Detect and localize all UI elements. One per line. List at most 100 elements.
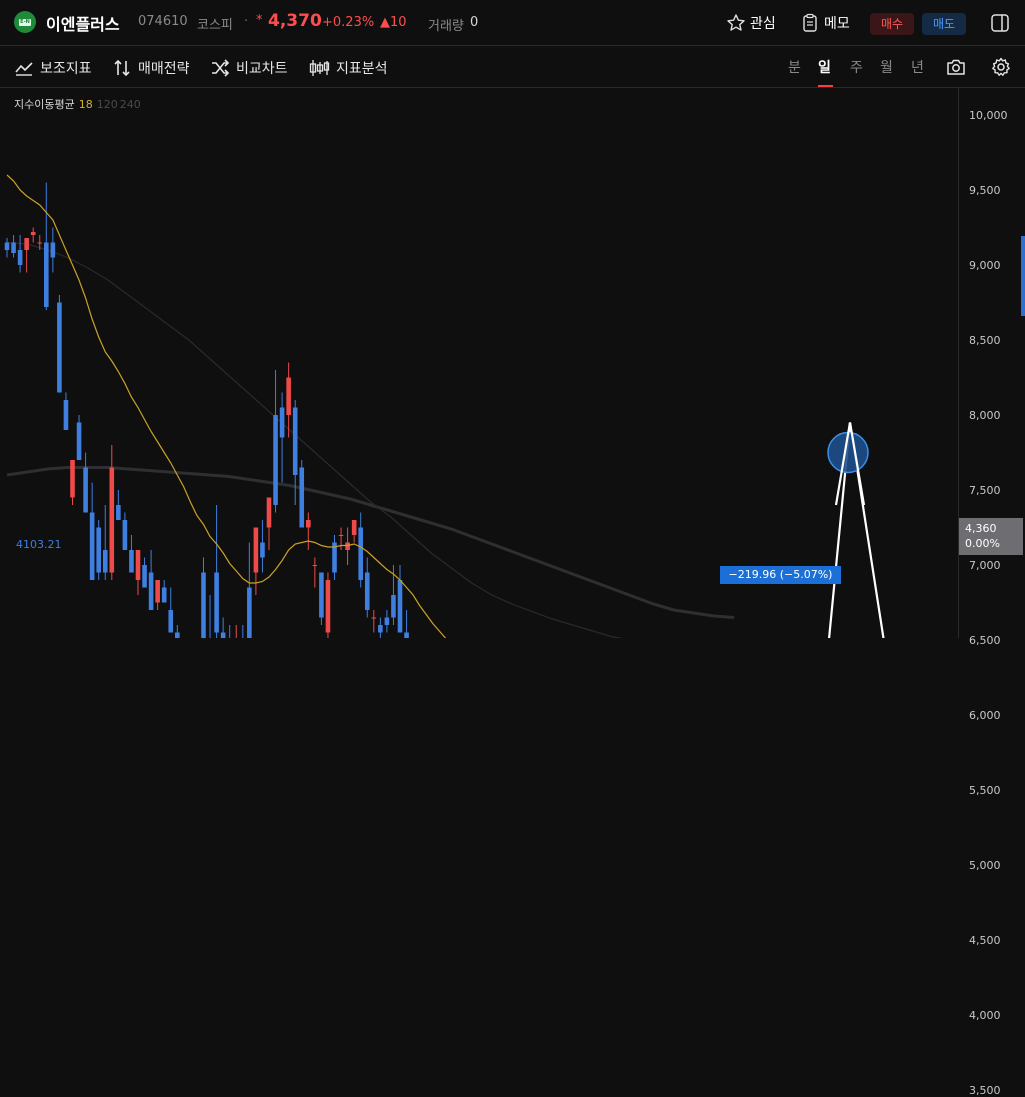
volume-value: 0: [470, 15, 479, 30]
candle-body: [44, 242, 49, 307]
screenshot-button[interactable]: [946, 58, 966, 76]
watch-button[interactable]: 관심: [726, 11, 776, 35]
candle-body: [37, 242, 43, 244]
candle-body: [397, 580, 403, 633]
ema-120-line: [6, 241, 624, 638]
horizontal-line-label: 4103.21: [16, 538, 62, 551]
candle-body: [384, 617, 390, 625]
candle-body: [50, 242, 56, 258]
candle-body: [286, 377, 291, 415]
candle-body: [378, 625, 383, 633]
candle-body: [148, 572, 154, 610]
candle-body: [404, 632, 409, 638]
tool-label: 비교차트: [236, 61, 288, 77]
candle-body: [351, 520, 357, 535]
settings-button[interactable]: [991, 57, 1011, 77]
market-label: 코스피: [197, 18, 233, 33]
axis-tick-label: 4,000: [969, 1009, 1001, 1022]
candle-body: [122, 520, 128, 550]
candle-body: [260, 542, 265, 558]
indicator-icon: [15, 62, 33, 76]
candle-body: [109, 467, 115, 573]
compare-tool-button[interactable]: 비교차트: [210, 58, 288, 78]
period-year[interactable]: 년: [911, 57, 924, 77]
candle-body: [247, 587, 252, 638]
tool-label: 지표분석: [336, 61, 388, 77]
candle-body: [63, 400, 69, 430]
axis-tick-label: 10,000: [969, 109, 1008, 122]
axis-tick-label: 5,000: [969, 859, 1001, 872]
updown-arrows-icon: [114, 59, 130, 77]
candle-body: [201, 572, 206, 638]
candle-body: [70, 460, 75, 498]
axis-tick-label: 6,500: [969, 634, 1001, 647]
ema-240-line: [6, 466, 735, 619]
price-axis[interactable]: 10,000 9,500 9,000 8,500 8,000 7,500 7,000 6,50…: [958, 88, 1025, 1097]
analysis-tool-button[interactable]: 지표분석: [308, 58, 388, 78]
change-percent: +0.23%: [322, 15, 375, 30]
logo-text: E-N: [19, 18, 31, 26]
star-icon: [727, 14, 745, 31]
candle-body: [135, 550, 141, 580]
price-tag-percent: 0.00%: [965, 537, 1000, 550]
candle-body: [312, 565, 318, 566]
period-week[interactable]: 주: [850, 57, 863, 77]
candle-body: [364, 572, 370, 610]
indicator-tool-button[interactable]: 보조지표: [14, 58, 92, 78]
candle-body: [175, 632, 180, 638]
period-day[interactable]: 일: [818, 57, 831, 77]
shuffle-icon: [212, 59, 230, 77]
candle-body: [299, 467, 305, 528]
price-chart[interactable]: [0, 88, 958, 638]
top-bar: E-N 이엔플러스 074610 코스피 · * 4,370 +0.23% ▲1…: [0, 0, 1025, 46]
chart-toolbar: 보조지표 매매전략 비교차트 지표분석 분 일 주 월 년: [0, 46, 1025, 88]
axis-tick-label: 7,000: [969, 559, 1001, 572]
candle-body: [279, 407, 285, 438]
scroll-indicator[interactable]: [1021, 236, 1025, 316]
candle-body: [338, 535, 344, 536]
candle-body: [24, 238, 29, 250]
candle-body: [142, 565, 147, 588]
price-tag-value: 4,360: [965, 522, 997, 535]
gear-icon: [992, 57, 1010, 76]
candle-body: [391, 595, 396, 618]
candle-body: [214, 572, 219, 633]
candle-body: [11, 242, 16, 253]
period-minute[interactable]: 분: [788, 57, 801, 77]
sell-button[interactable]: 매도: [922, 13, 966, 35]
strategy-tool-button[interactable]: 매매전략: [112, 58, 190, 78]
stock-name[interactable]: 이엔플러스: [46, 11, 120, 35]
candles-icon: [309, 60, 330, 76]
candle-body: [155, 580, 160, 603]
side-panel-button[interactable]: [990, 13, 1010, 33]
active-period-underline: [818, 85, 833, 87]
change-value: ▲10: [380, 15, 407, 30]
memo-label: 메모: [824, 16, 850, 32]
candle-body: [89, 512, 95, 580]
candle-body: [253, 527, 259, 573]
candle-body: [358, 527, 363, 580]
candle-body: [83, 467, 88, 513]
candle-body: [319, 572, 324, 618]
candle-body: [96, 527, 101, 573]
watch-label: 관심: [750, 16, 776, 32]
axis-tick-label: 5,500: [969, 784, 1001, 797]
candle-body: [220, 632, 226, 638]
tool-label: 보조지표: [40, 61, 92, 77]
axis-tick-label: 3,500: [969, 1084, 1001, 1097]
candle-body: [102, 550, 108, 573]
candle-body: [76, 422, 82, 460]
candle-body: [273, 415, 278, 505]
axis-tick-label: 9,500: [969, 184, 1001, 197]
memo-button[interactable]: 메모: [800, 11, 850, 35]
candle-body: [129, 550, 134, 573]
current-price: 4,370: [268, 11, 322, 31]
current-price-tag: 4,360 0.00%: [959, 518, 1023, 555]
buy-button[interactable]: 매수: [870, 13, 914, 35]
measure-label: −219.96 (−5.07%): [720, 566, 841, 584]
candle-body: [371, 617, 377, 619]
memo-icon: [803, 13, 817, 32]
star-mark: *: [256, 13, 263, 28]
company-logo: E-N: [14, 11, 36, 33]
period-month[interactable]: 월: [880, 57, 893, 77]
